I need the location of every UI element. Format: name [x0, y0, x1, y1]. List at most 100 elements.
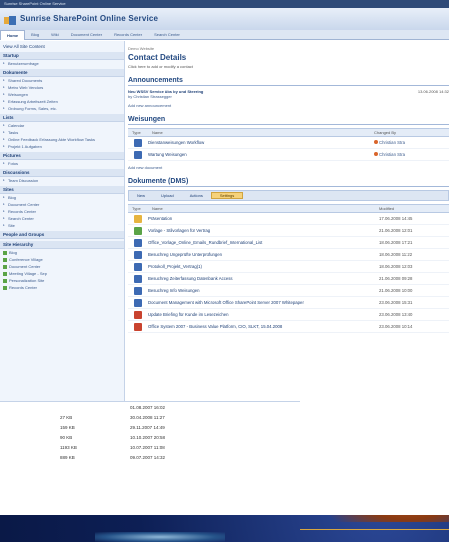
sidebar-item[interactable]: Benutzerumfrage	[0, 60, 124, 67]
document-name[interactable]: Besuchreg Info Weisungen	[148, 288, 379, 293]
document-name[interactable]: Vorlage - Stilvorlagen für Vertrag	[148, 228, 379, 233]
sidebar-item[interactable]: Search Center	[0, 215, 124, 222]
modified-date: 21.06.2008 10:00	[379, 288, 413, 293]
list-item[interactable]: 01.08.2007 16:02	[0, 402, 300, 412]
table-row[interactable]: Besuchreg Ungeprüfte Unterprüfungen 18.06…	[128, 249, 449, 261]
weisungen-title[interactable]: Weisungen	[128, 116, 449, 125]
column-name[interactable]: Name	[152, 206, 379, 211]
actions-menu-button[interactable]: Actions	[182, 193, 211, 198]
list-item[interactable]: 27 KB 30.04.2008 11:27	[0, 412, 300, 422]
document-name[interactable]: Präsentation	[148, 216, 379, 221]
site-icon	[3, 250, 7, 255]
sidebar-item[interactable]: Site	[0, 222, 124, 229]
settings-menu-button[interactable]: Settings	[210, 192, 244, 199]
add-document-link[interactable]: Add new document	[128, 165, 449, 170]
hierarchy-item[interactable]: Conference Village	[0, 256, 124, 263]
sidebar-item[interactable]: Tasks	[0, 129, 124, 136]
changed-by[interactable]: Christian Stra	[374, 140, 449, 145]
document-name[interactable]: Dienstanweisungen Workflow	[148, 140, 374, 145]
modified-date: 01.08.2007 16:02	[130, 404, 166, 410]
sidebar-item[interactable]: Online Feedback Erfassung Akte Workflow …	[0, 136, 124, 143]
sidebar-item[interactable]: Team Discussion	[0, 177, 124, 184]
list-item[interactable]: 889 KB 09.07.2007 14:32	[0, 452, 300, 462]
sidebar-item[interactable]: Metro Web Vendors	[0, 84, 124, 91]
column-type[interactable]: Type	[128, 130, 152, 135]
hierarchy-item[interactable]: Meeting Village - Sep	[0, 270, 124, 277]
breadcrumb[interactable]: Demo Website	[128, 46, 449, 51]
column-type[interactable]: Type	[128, 206, 152, 211]
list-item[interactable]: 1193 KB 10.07.2007 11:08	[0, 442, 300, 452]
tab-document-center[interactable]: Document Center	[65, 30, 108, 39]
sidebar-item[interactable]: Blog	[0, 194, 124, 201]
document-name[interactable]: Update Briefing für Kunde im Lesezeichen	[148, 312, 379, 317]
column-changed-by[interactable]: Changed By	[374, 130, 449, 135]
table-row[interactable]: Vorlage - Stilvorlagen für Vertrag 21.06.…	[128, 225, 449, 237]
sidebar-item[interactable]: Erfassung Arbeitszeit Zeiten	[0, 98, 124, 105]
hierarchy-item[interactable]: Personalization Site	[0, 277, 124, 284]
sidebar-item[interactable]: Calendar	[0, 122, 124, 129]
add-announcement-link[interactable]: Add new announcement	[128, 103, 449, 108]
column-name[interactable]: Name	[152, 130, 374, 135]
column-modified[interactable]: Modified	[379, 206, 449, 211]
changed-by[interactable]: Christian Stra	[374, 152, 449, 157]
modified-date: 17.06.2008 14:45	[379, 216, 413, 221]
view-all-content-link[interactable]: View All Site Content	[0, 41, 124, 50]
tab-wiki[interactable]: Wiki	[45, 30, 65, 39]
hierarchy-item[interactable]: Document Center	[0, 263, 124, 270]
sidebar-item[interactable]: Projekt 1 Aufgaben	[0, 143, 124, 150]
sidebar-section-sites[interactable]: Sites	[0, 186, 124, 194]
document-name[interactable]: Wartung Weisungen	[148, 152, 374, 157]
table-row[interactable]: Office System 2007 - Business Value Plat…	[128, 321, 449, 333]
sidebar-item[interactable]: Shared Documents	[0, 77, 124, 84]
document-name[interactable]: Document Management with Microsoft Offic…	[148, 300, 379, 305]
sidebar-item[interactable]: Records Center	[0, 208, 124, 215]
list-item[interactable]: 159 KB 29.11.2007 14:49	[0, 422, 300, 432]
table-row[interactable]: Dienstanweisungen Workflow Christian Str…	[128, 137, 449, 149]
contact-details-title: Contact Details	[128, 53, 187, 62]
modified-date: 09.07.2007 14:32	[130, 454, 166, 460]
sidebar-item[interactable]: Document Center	[0, 201, 124, 208]
document-name[interactable]: Besuchreg Zeiterfassung Datenbank Access	[148, 276, 379, 281]
sidebar-section-discussions[interactable]: Discussions	[0, 169, 124, 177]
site-icon	[3, 278, 7, 283]
hierarchy-item[interactable]: Records Center	[0, 284, 124, 291]
sidebar-section-hierarchy[interactable]: Site Hierarchy	[0, 241, 124, 249]
sidebar-section-documents[interactable]: Dokumente	[0, 69, 124, 77]
document-name[interactable]: Office_Vorlage_Online_Emails_Rundbrief_I…	[148, 240, 379, 245]
presence-icon	[374, 140, 378, 144]
document-icon	[134, 262, 142, 271]
sidebar-section-people[interactable]: People and Groups	[0, 231, 124, 239]
list-item[interactable]: 90 KB 10.10.2007 20:58	[0, 432, 300, 442]
document-name[interactable]: Protokoll_Projekt_Vertrag(1)	[148, 264, 379, 269]
table-row[interactable]: Wartung Weisungen Christian Stra	[128, 149, 449, 161]
sidebar-item[interactable]: Ordnung Forms, Sales, etc.	[0, 105, 124, 112]
sidebar-item[interactable]: Weisungen	[0, 91, 124, 98]
sidebar-section-pictures[interactable]: Pictures	[0, 152, 124, 160]
announcements-title[interactable]: Announcements	[128, 77, 449, 86]
table-row[interactable]: Besuchreg Zeiterfassung Datenbank Access…	[128, 273, 449, 285]
table-row[interactable]: Office_Vorlage_Online_Emails_Rundbrief_I…	[128, 237, 449, 249]
main-content: Demo Website Contact Details Click here …	[128, 41, 449, 401]
upload-menu-button[interactable]: Upload	[153, 193, 182, 198]
tab-records-center[interactable]: Records Center	[108, 30, 148, 39]
contact-add-link[interactable]: Click here to add or modify a contact	[128, 64, 449, 69]
table-row[interactable]: Protokoll_Projekt_Vertrag(1) 18.06.2008 1…	[128, 261, 449, 273]
tab-home[interactable]: Home	[0, 29, 26, 40]
table-row[interactable]: Präsentation 17.06.2008 14:45	[128, 213, 449, 225]
modified-date: 23.06.2008 13:40	[379, 312, 413, 317]
document-name[interactable]: Office System 2007 - Business Value Plat…	[148, 324, 379, 329]
document-name[interactable]: Besuchreg Ungeprüfte Unterprüfungen	[148, 252, 379, 257]
word-document-icon	[134, 138, 142, 147]
announcement-author[interactable]: by Christian Strassegger	[128, 94, 203, 99]
tab-search-center[interactable]: Search Center	[148, 30, 186, 39]
table-row[interactable]: Besuchreg Info Weisungen 21.06.2008 10:00	[128, 285, 449, 297]
sidebar-item[interactable]: Fotos	[0, 160, 124, 167]
tab-blog[interactable]: Blog	[25, 30, 45, 39]
sidebar-section-startup[interactable]: Startup	[0, 52, 124, 60]
hierarchy-item[interactable]: Blog	[0, 249, 124, 256]
table-row[interactable]: Document Management with Microsoft Offic…	[128, 297, 449, 309]
new-menu-button[interactable]: New	[129, 193, 153, 198]
sidebar-section-lists[interactable]: Lists	[0, 114, 124, 122]
documents-title[interactable]: Dokumente (DMS)	[128, 178, 449, 187]
table-row[interactable]: Update Briefing für Kunde im Lesezeichen…	[128, 309, 449, 321]
